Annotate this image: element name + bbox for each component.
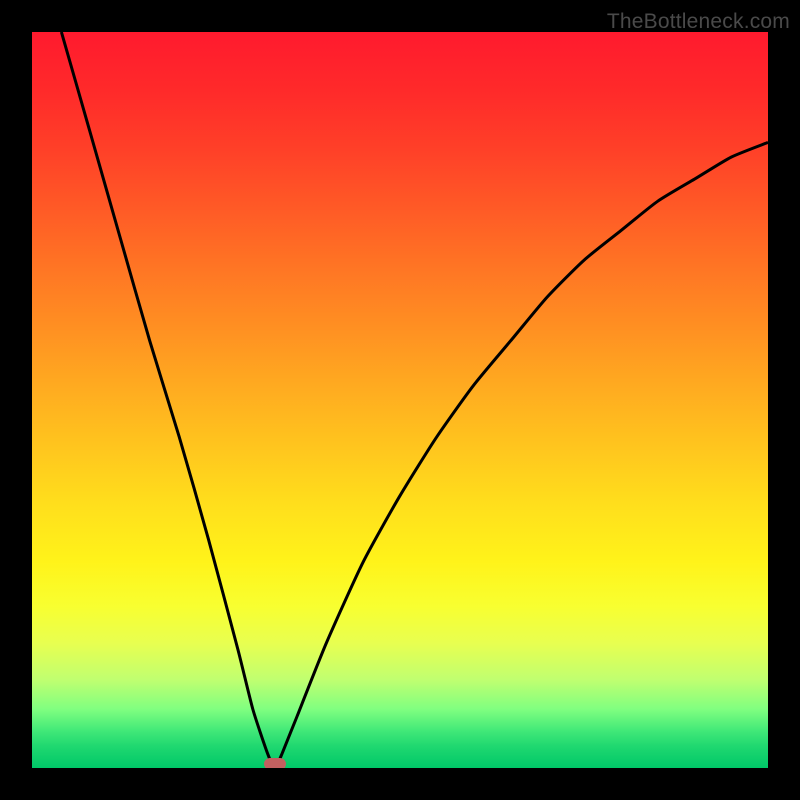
- minimum-point-marker: [264, 758, 286, 768]
- chart-plot-area: [32, 32, 768, 768]
- watermark-text: TheBottleneck.com: [607, 10, 790, 34]
- bottleneck-curve: [32, 32, 768, 768]
